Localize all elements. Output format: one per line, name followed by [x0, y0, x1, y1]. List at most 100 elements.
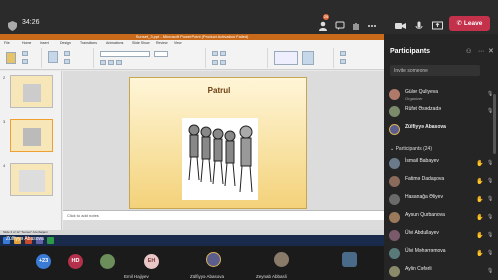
ribbon-tab-file[interactable]: File	[4, 41, 10, 45]
new-slide-icon[interactable]	[48, 51, 58, 63]
slide-editor: Patrul Click to add notes www.teams.micr…	[63, 71, 384, 269]
notes-pane[interactable]: Click to add notes	[63, 210, 384, 220]
participant-tile[interactable]	[336, 246, 366, 280]
slide-title[interactable]: Patrul	[130, 86, 308, 95]
windows-taskbar	[0, 235, 384, 246]
more-options-icon[interactable]: ⋯	[478, 48, 484, 55]
participant-row[interactable]: İsmail Babayev ✋ 🎙︎	[389, 156, 494, 172]
participant-name: Rüfət Əsədzadə	[405, 106, 442, 112]
leave-button[interactable]: ✆ Leave	[449, 16, 490, 31]
microphone-icon: 🎙︎	[487, 250, 494, 256]
avatar	[274, 252, 289, 267]
thumbnail-image	[23, 128, 41, 146]
invite-search-input[interactable]: Invite someone	[390, 65, 480, 76]
microphone-icon: 🎙︎	[487, 178, 494, 184]
layout-icon[interactable]	[64, 51, 70, 56]
participant-row[interactable]: Hasanağa Əliyev ✋ 🎙︎	[389, 192, 494, 208]
avatar: HD	[68, 254, 83, 269]
raised-hand-icon: ✋	[476, 233, 484, 239]
participants-group-header[interactable]: ⌄ Participants (24)	[390, 146, 432, 152]
participant-row[interactable]: Ülvi Məhərrəmova ✋ 🎙︎	[389, 246, 494, 262]
ribbon-tab-slideshow[interactable]: Slide Show	[132, 41, 150, 45]
participant-role: Organizer	[405, 96, 423, 101]
avatar	[389, 106, 400, 117]
slide-thumbnail-selected[interactable]	[10, 119, 53, 152]
camera-icon[interactable]	[395, 18, 406, 29]
shared-screen: Sunset_3.ppt - Microsoft PowerPoint (Pro…	[0, 34, 384, 269]
more-options-icon[interactable]	[367, 18, 377, 28]
shapes-gallery[interactable]	[274, 51, 298, 65]
participant-row[interactable]: Aylin Cəfərli 🎙︎	[389, 264, 494, 280]
avatar	[389, 212, 400, 223]
avatar: EH	[144, 254, 159, 269]
arrange-icon[interactable]	[302, 51, 314, 65]
avatar	[389, 194, 400, 205]
align-center-icon[interactable]	[220, 60, 226, 65]
avatar	[342, 252, 357, 267]
raise-hand-icon[interactable]	[351, 18, 361, 30]
replace-icon[interactable]	[340, 59, 346, 64]
slide-number: 4	[3, 163, 6, 168]
underline-icon[interactable]	[116, 60, 122, 65]
ribbon-group-drawing	[270, 48, 334, 68]
cut-icon[interactable]	[22, 51, 28, 56]
browser-icon[interactable]	[47, 237, 54, 244]
participant-tile[interactable]: Zülfiyyə Abasova	[190, 246, 238, 280]
font-name-select[interactable]	[100, 51, 150, 57]
organizer-row[interactable]: Rüfət Əsədzadə 🎙︎	[389, 104, 494, 120]
ribbon-tab-view[interactable]: View	[174, 41, 182, 45]
chat-icon[interactable]	[335, 18, 345, 30]
ribbon-tab-review[interactable]: Review	[156, 41, 167, 45]
align-left-icon[interactable]	[212, 60, 218, 65]
participant-tile[interactable]: Zeynab Abbasli	[256, 246, 306, 280]
raised-hand-icon: ✋	[476, 251, 484, 257]
paste-icon[interactable]	[6, 52, 16, 64]
ribbon-tab-animations[interactable]: Animations	[106, 41, 123, 45]
raised-hand-icon: ✋	[476, 215, 484, 221]
organizer-row[interactable]: Gülər Quliyeva Organizer 🎙︎	[389, 87, 494, 103]
participant-name: Zülfiyyə Abasova	[190, 274, 225, 279]
participant-row[interactable]: Ülvi Abdullayev ✋ 🎙︎	[389, 228, 494, 244]
ribbon-group-font	[96, 48, 206, 68]
participant-tile[interactable]: EH Emil Hajiyev	[124, 246, 176, 280]
copy-icon[interactable]	[22, 59, 28, 64]
overflow-participants-tile[interactable]: +23	[30, 246, 60, 280]
avatar	[389, 230, 400, 241]
ribbon-tab-insert[interactable]: Insert	[40, 41, 49, 45]
numbering-icon[interactable]	[220, 51, 226, 56]
participant-name: Fatimə Dadaşova	[405, 176, 445, 182]
participant-strip: +23 HD EH Emil Hajiyev Zülfiyyə Abasova …	[0, 246, 384, 280]
avatar	[389, 158, 400, 169]
slide-illustration	[182, 118, 258, 200]
section-icon[interactable]	[64, 59, 70, 64]
ribbon-tab-home[interactable]: Home	[22, 41, 31, 45]
participant-row[interactable]: Fatimə Dadaşova ✋ 🎙︎	[389, 174, 494, 190]
microphone-icon[interactable]	[414, 18, 424, 29]
microphone-icon: 🎙︎	[487, 196, 494, 202]
people-icon[interactable]: ⚇	[466, 48, 471, 55]
thumbnail-image	[19, 170, 45, 192]
close-icon[interactable]: ✕	[488, 47, 494, 55]
font-size-select[interactable]	[154, 51, 168, 57]
italic-icon[interactable]	[108, 60, 114, 65]
ribbon-tab-design[interactable]: Design	[60, 41, 71, 45]
ribbon-group-paragraph	[208, 48, 268, 68]
ribbon-tab-transitions[interactable]: Transitions	[80, 41, 97, 45]
organizer-row[interactable]: Zülfiyyə Abasova	[389, 122, 494, 138]
slide-thumbnail[interactable]	[10, 75, 53, 108]
participant-name: Zeynab Abbasli	[256, 274, 287, 279]
current-slide[interactable]: Patrul	[129, 77, 307, 209]
bullets-icon[interactable]	[212, 51, 218, 56]
participant-tile[interactable]	[94, 246, 124, 280]
avatar	[100, 254, 115, 269]
bold-icon[interactable]	[100, 60, 106, 65]
slide-thumbnail[interactable]	[10, 163, 53, 196]
slide-thumbnails-pane: 2 3 4	[0, 71, 62, 230]
participant-tile[interactable]: HD	[62, 246, 92, 280]
avatar	[389, 248, 400, 259]
panel-scrollbar[interactable]	[493, 94, 496, 154]
find-icon[interactable]	[340, 51, 346, 56]
share-screen-icon[interactable]	[432, 18, 443, 30]
phone-icon: ✆	[456, 20, 464, 27]
participant-row[interactable]: Aysun Qurbanova ✋ 🎙︎	[389, 210, 494, 226]
